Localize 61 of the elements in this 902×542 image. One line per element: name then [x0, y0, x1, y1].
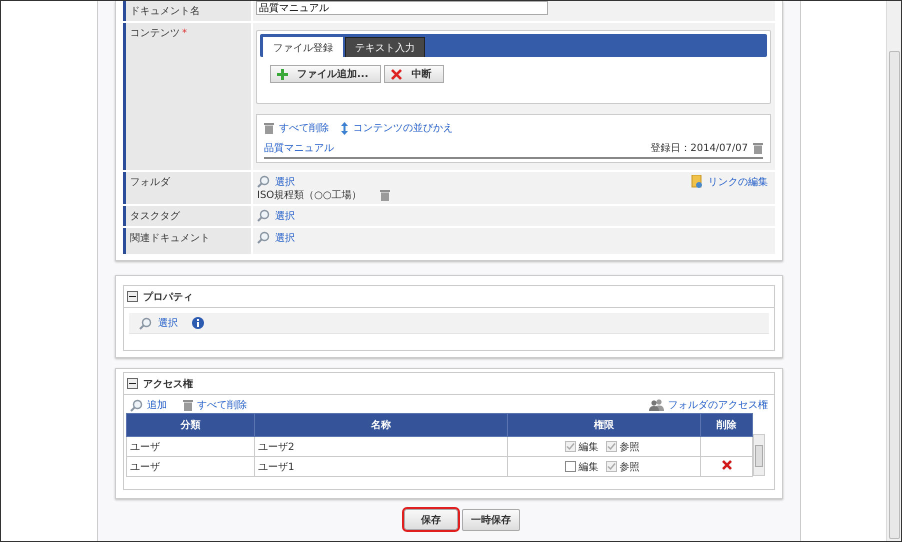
- close-icon: [391, 68, 402, 80]
- trash-icon: [753, 142, 763, 154]
- field-label: コンテンツ: [130, 28, 180, 39]
- sort-contents-link[interactable]: コンテンツの並びかえ: [353, 121, 453, 135]
- plus-icon: [277, 68, 288, 80]
- table-cell: ユーザ: [126, 436, 254, 456]
- table-cell: ユーザ: [126, 456, 254, 476]
- delete-all-link[interactable]: すべて削除: [279, 121, 329, 135]
- checkbox-label: 編集: [578, 460, 598, 474]
- up-down-arrow-icon: [341, 122, 348, 134]
- trash-icon: [264, 122, 274, 134]
- search-icon: [257, 175, 270, 188]
- registration-date: 登録日：2014/07/07: [650, 142, 748, 155]
- field-label: タスクタグ: [123, 206, 251, 226]
- select-link[interactable]: 選択: [275, 208, 295, 222]
- tab[interactable]: ファイル登録: [263, 37, 343, 57]
- checkbox[interactable]: [564, 461, 576, 472]
- document-name-field[interactable]: 品質マニュアル: [256, 1, 548, 15]
- column-header: 権限: [508, 414, 700, 436]
- collapse-icon[interactable]: [127, 291, 138, 302]
- required-mark: *: [182, 28, 187, 39]
- column-header: 分類: [126, 414, 254, 436]
- checkbox-label: 参照: [620, 460, 640, 474]
- search-icon: [139, 316, 152, 330]
- trash-icon: [183, 399, 193, 411]
- select-link[interactable]: 選択: [275, 230, 295, 244]
- table-scrollbar[interactable]: [753, 434, 765, 476]
- tab[interactable]: テキスト入力: [345, 37, 425, 57]
- search-icon: [257, 209, 270, 222]
- checkbox-label: 編集: [578, 440, 598, 454]
- search-icon: [130, 398, 143, 412]
- column-header: 名称: [254, 414, 508, 436]
- field-label: 関連ドキュメント: [123, 228, 251, 254]
- field-label: ドキュメント名: [123, 1, 251, 21]
- save-button[interactable]: 保存: [402, 507, 460, 532]
- panel-title: プロパティ: [143, 290, 193, 304]
- delete-all-link[interactable]: すべて削除: [197, 398, 247, 412]
- table-cell: ユーザ1: [254, 456, 508, 476]
- select-link[interactable]: 選択: [275, 174, 295, 188]
- folder-link-icon: [691, 175, 703, 188]
- add-link[interactable]: 追加: [147, 398, 167, 412]
- table-cell: ユーザ2: [254, 436, 508, 456]
- delete-icon[interactable]: [722, 460, 732, 470]
- add-file-button[interactable]: ファイル追加...: [270, 65, 382, 83]
- page-scrollbar[interactable]: [886, 1, 901, 541]
- collapse-icon[interactable]: [127, 378, 138, 389]
- field-label: フォルダ: [123, 172, 251, 204]
- column-header: 削除: [700, 414, 752, 436]
- select-link[interactable]: 選択: [158, 316, 178, 330]
- trash-icon: [380, 188, 390, 200]
- panel-title: アクセス権: [143, 378, 193, 390]
- folder-name: ISO規程類（○○工場）: [257, 188, 362, 202]
- save-button[interactable]: 一時保存: [462, 509, 520, 531]
- info-icon: [192, 317, 204, 329]
- edit-link-link[interactable]: リンクの編集: [708, 174, 768, 188]
- users-icon: [649, 399, 664, 411]
- cancel-button[interactable]: 中断: [384, 65, 444, 83]
- search-icon: [257, 231, 270, 244]
- checkbox-label: 参照: [620, 440, 640, 454]
- file-link[interactable]: 品質マニュアル: [264, 141, 334, 155]
- folder-access-link[interactable]: フォルダのアクセス権: [668, 398, 768, 412]
